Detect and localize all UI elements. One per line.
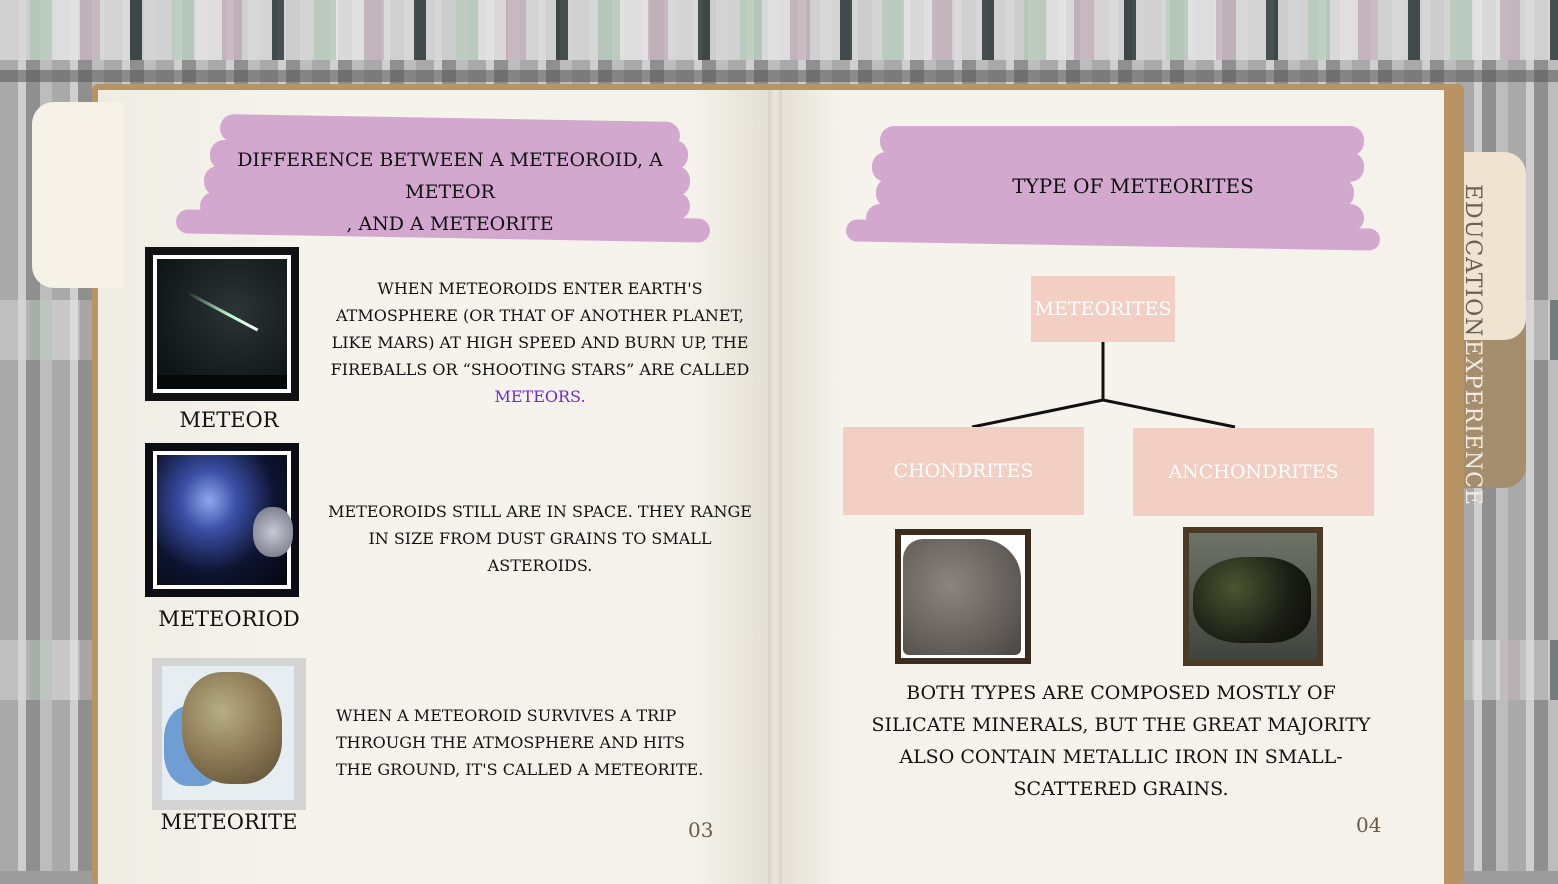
page-number-right: 04: [1356, 813, 1382, 837]
meteoroid-image: [145, 443, 299, 597]
diagram-root-meteorites: METEORITES: [1031, 276, 1175, 342]
book-spine: [768, 90, 782, 884]
left-title-line2: , AND A METEORITE: [346, 213, 554, 235]
shelf-board: [0, 70, 1558, 82]
left-page-title: DIFFERENCE BETWEEN A METEOROID, A METEOR…: [196, 144, 704, 240]
meteoroid-description: METEOROIDS STILL ARE IN SPACE. THEY RANG…: [328, 502, 752, 575]
diagram-node-chondrites: CHONDRITES: [843, 427, 1084, 515]
meteorite-description: WHEN A METEOROID SURVIVES A TRIP THROUGH…: [336, 706, 704, 779]
meteorite-rock: [182, 672, 282, 784]
meteor-caption: METEOR: [179, 408, 279, 432]
achondrite-image: [1183, 527, 1323, 666]
meteoroid-caption: METEORIOD: [158, 607, 300, 631]
right-page-title: TYPE OF METEORITES: [1012, 174, 1254, 198]
meteorite-caption: METEORITE: [160, 810, 298, 834]
achondrite-rock: [1193, 557, 1311, 643]
meteor-image: [145, 247, 299, 401]
meteor-highlight: METEORS.: [494, 387, 586, 406]
meteorite-types-description: BOTH TYPES ARE COMPOSED MOSTLY OF SILICA…: [871, 682, 1371, 800]
treeline: [157, 375, 287, 389]
diagram-node-anchondrites: ANCHONDRITES: [1133, 428, 1374, 516]
meteor-description-text: WHEN METEOROIDS ENTER EARTH'S ATMOSPHERE…: [330, 279, 750, 379]
asteroid-shape: [253, 507, 293, 557]
shelf-row: [0, 0, 1558, 60]
shooting-star-streak: [186, 291, 259, 332]
bookmark-tab-left[interactable]: [32, 102, 124, 288]
meteorite-image: [152, 658, 306, 810]
page-number-left: 03: [688, 818, 714, 842]
chondrite-rock: [903, 539, 1021, 655]
meteor-description: WHEN METEOROIDS ENTER EARTH'S ATMOSPHERE…: [318, 275, 762, 410]
chondrite-image: [895, 529, 1031, 664]
left-title-line1: DIFFERENCE BETWEEN A METEOROID, A METEOR: [237, 149, 663, 203]
diagram-connectors: [971, 342, 1236, 429]
